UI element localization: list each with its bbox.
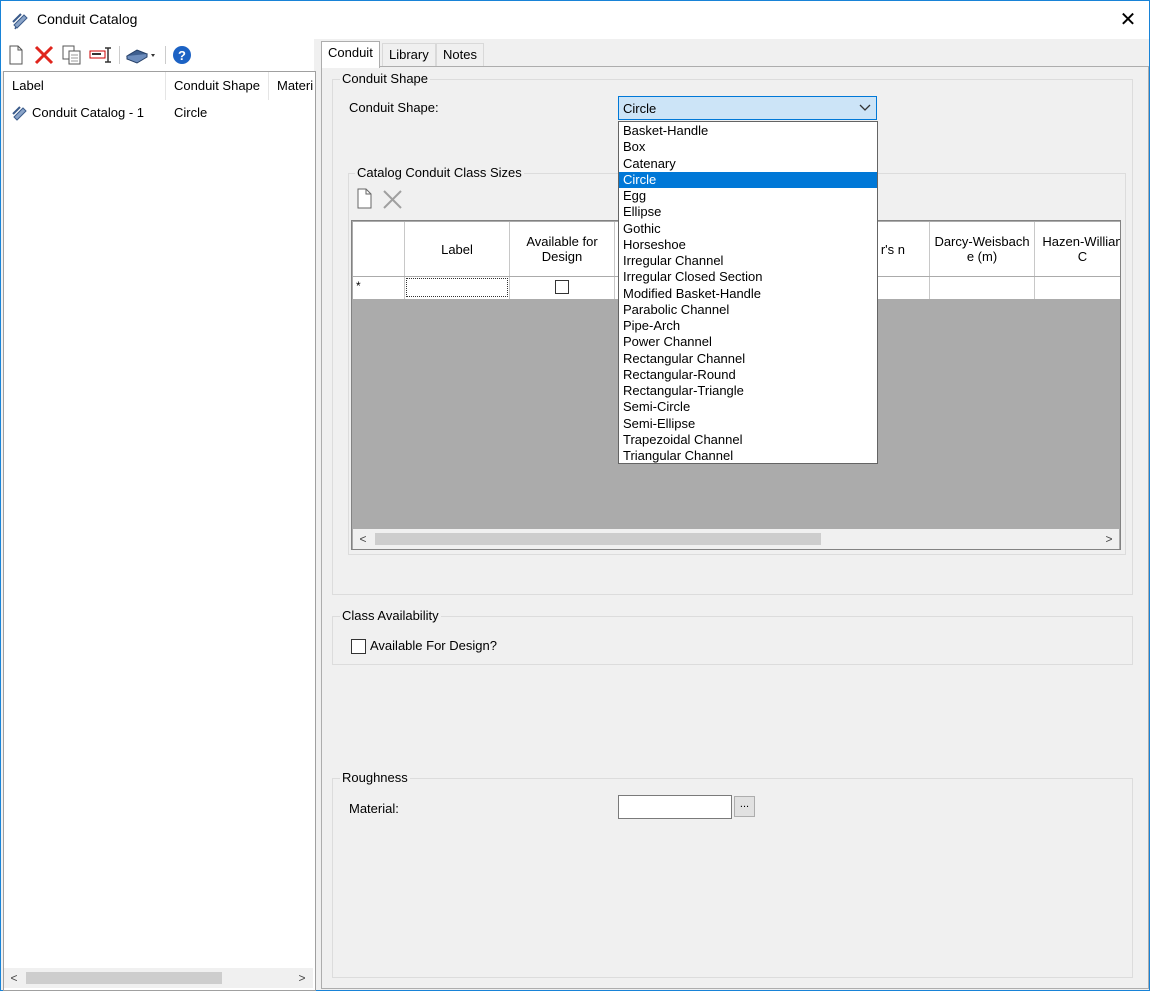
cell-label[interactable] [405, 277, 510, 299]
list-item-label: Conduit Catalog - 1 [32, 105, 145, 120]
grid-scroll-right-arrow[interactable]: > [1101, 529, 1117, 549]
list-item[interactable]: Conduit Catalog - 1 Circle [4, 102, 315, 124]
tab-library[interactable]: Library [382, 43, 436, 66]
available-for-design-label[interactable]: Available For Design? [370, 638, 497, 653]
dropdown-option[interactable]: Parabolic Channel [619, 302, 877, 318]
tab-notes[interactable]: Notes [436, 43, 484, 66]
new-row-marker: * [353, 277, 405, 299]
app-icon [12, 13, 28, 30]
new-row-icon[interactable] [356, 188, 374, 210]
scrollbar-thumb[interactable] [26, 972, 222, 984]
dropdown-option[interactable]: Modified Basket-Handle [619, 286, 877, 302]
left-toolbar: ? [1, 39, 314, 71]
window-title: Conduit Catalog [37, 11, 138, 27]
dropdown-option[interactable]: Trapezoidal Channel [619, 432, 877, 448]
dropdown-option[interactable]: Rectangular-Triangle [619, 383, 877, 399]
material-label: Material: [349, 801, 399, 816]
conduit-shape-group-title: Conduit Shape [340, 71, 431, 86]
delete-icon[interactable] [33, 44, 55, 66]
grid-horizontal-scrollbar[interactable]: < > [353, 529, 1119, 549]
rename-icon[interactable] [89, 44, 113, 66]
column-header-hazen-williams[interactable]: Hazen-Willian C [1035, 222, 1120, 276]
column-header-label[interactable]: Label [4, 72, 166, 100]
chevron-down-icon [859, 104, 871, 111]
cell-hazen-williams[interactable] [1035, 277, 1120, 299]
delete-row-icon[interactable] [382, 189, 404, 211]
dropdown-option[interactable]: Ellipse [619, 204, 877, 220]
roughness-group [332, 778, 1133, 978]
help-icon[interactable]: ? [172, 44, 194, 66]
conduit-catalog-window: Conduit Catalog ✕ ? Label Conduit Shape … [0, 0, 1150, 991]
dropdown-option[interactable]: Pipe-Arch [619, 318, 877, 334]
conduit-catalog-icon [12, 106, 27, 121]
material-field[interactable] [618, 795, 732, 819]
grid-scroll-left-arrow[interactable]: < [355, 529, 371, 549]
roughness-group-title: Roughness [340, 770, 410, 785]
dropdown-option[interactable]: Catenary [619, 156, 877, 172]
scroll-right-arrow[interactable]: > [294, 968, 310, 988]
book-icon[interactable] [125, 44, 159, 66]
column-header-darcy-weisbach[interactable]: Darcy-Weisbach e (m) [930, 222, 1035, 276]
conduit-shape-combobox[interactable]: Circle [618, 96, 877, 120]
dropdown-option[interactable]: Rectangular Channel [619, 351, 877, 367]
svg-text:?: ? [178, 48, 186, 63]
class-availability-group-title: Class Availability [340, 608, 441, 623]
dropdown-option[interactable]: Semi-Circle [619, 399, 877, 415]
list-item-shape: Circle [174, 105, 208, 120]
dropdown-option[interactable]: Rectangular-Round [619, 367, 877, 383]
dropdown-option[interactable]: Horseshoe [619, 237, 877, 253]
available-for-design-cell-checkbox[interactable] [555, 280, 569, 294]
material-browse-button[interactable]: ... [734, 796, 755, 817]
cell-darcy-weisbach[interactable] [930, 277, 1035, 299]
column-header-material[interactable]: Materi [269, 72, 315, 100]
available-for-design-checkbox[interactable] [351, 639, 366, 654]
catalog-list: Label Conduit Shape Materi Conduit Catal… [3, 71, 316, 991]
new-icon[interactable] [7, 44, 25, 66]
toolbar-separator [119, 46, 120, 64]
dropdown-option[interactable]: Irregular Closed Section [619, 269, 877, 285]
title-bar: Conduit Catalog ✕ [1, 1, 1149, 39]
conduit-shape-dropdown-list: Basket-Handle Box Catenary Circle Egg Ellipse… [618, 121, 878, 464]
dropdown-option[interactable]: Irregular Channel [619, 253, 877, 269]
row-header-corner [353, 222, 405, 276]
column-header-conduit-shape[interactable]: Conduit Shape [166, 72, 269, 100]
grid-scrollbar-thumb[interactable] [375, 533, 821, 545]
class-sizes-group-title: Catalog Conduit Class Sizes [355, 165, 524, 180]
dropdown-option[interactable]: Circle [619, 171, 877, 188]
copy-icon[interactable] [61, 44, 83, 66]
dropdown-option[interactable]: Egg [619, 188, 877, 204]
dropdown-option[interactable]: Semi-Ellipse [619, 416, 877, 432]
dropdown-option[interactable]: Box [619, 139, 877, 155]
scroll-left-arrow[interactable]: < [6, 968, 22, 988]
dropdown-option[interactable]: Gothic [619, 221, 877, 237]
toolbar-separator [165, 46, 166, 64]
left-horizontal-scrollbar[interactable]: < > [4, 968, 313, 988]
dropdown-option[interactable]: Triangular Channel [619, 448, 877, 464]
conduit-shape-label: Conduit Shape: [349, 100, 439, 115]
dropdown-option[interactable]: Power Channel [619, 334, 877, 350]
cell-available-for-design[interactable] [510, 277, 615, 299]
tab-conduit[interactable]: Conduit [321, 41, 380, 68]
column-header-available-for-design[interactable]: Available for Design [510, 222, 615, 276]
conduit-shape-selected-value: Circle [623, 101, 657, 116]
cell-focus-rect [406, 278, 508, 297]
column-header-label[interactable]: Label [405, 222, 510, 276]
close-button[interactable]: ✕ [1113, 5, 1143, 35]
dropdown-option[interactable]: Basket-Handle [619, 123, 877, 139]
